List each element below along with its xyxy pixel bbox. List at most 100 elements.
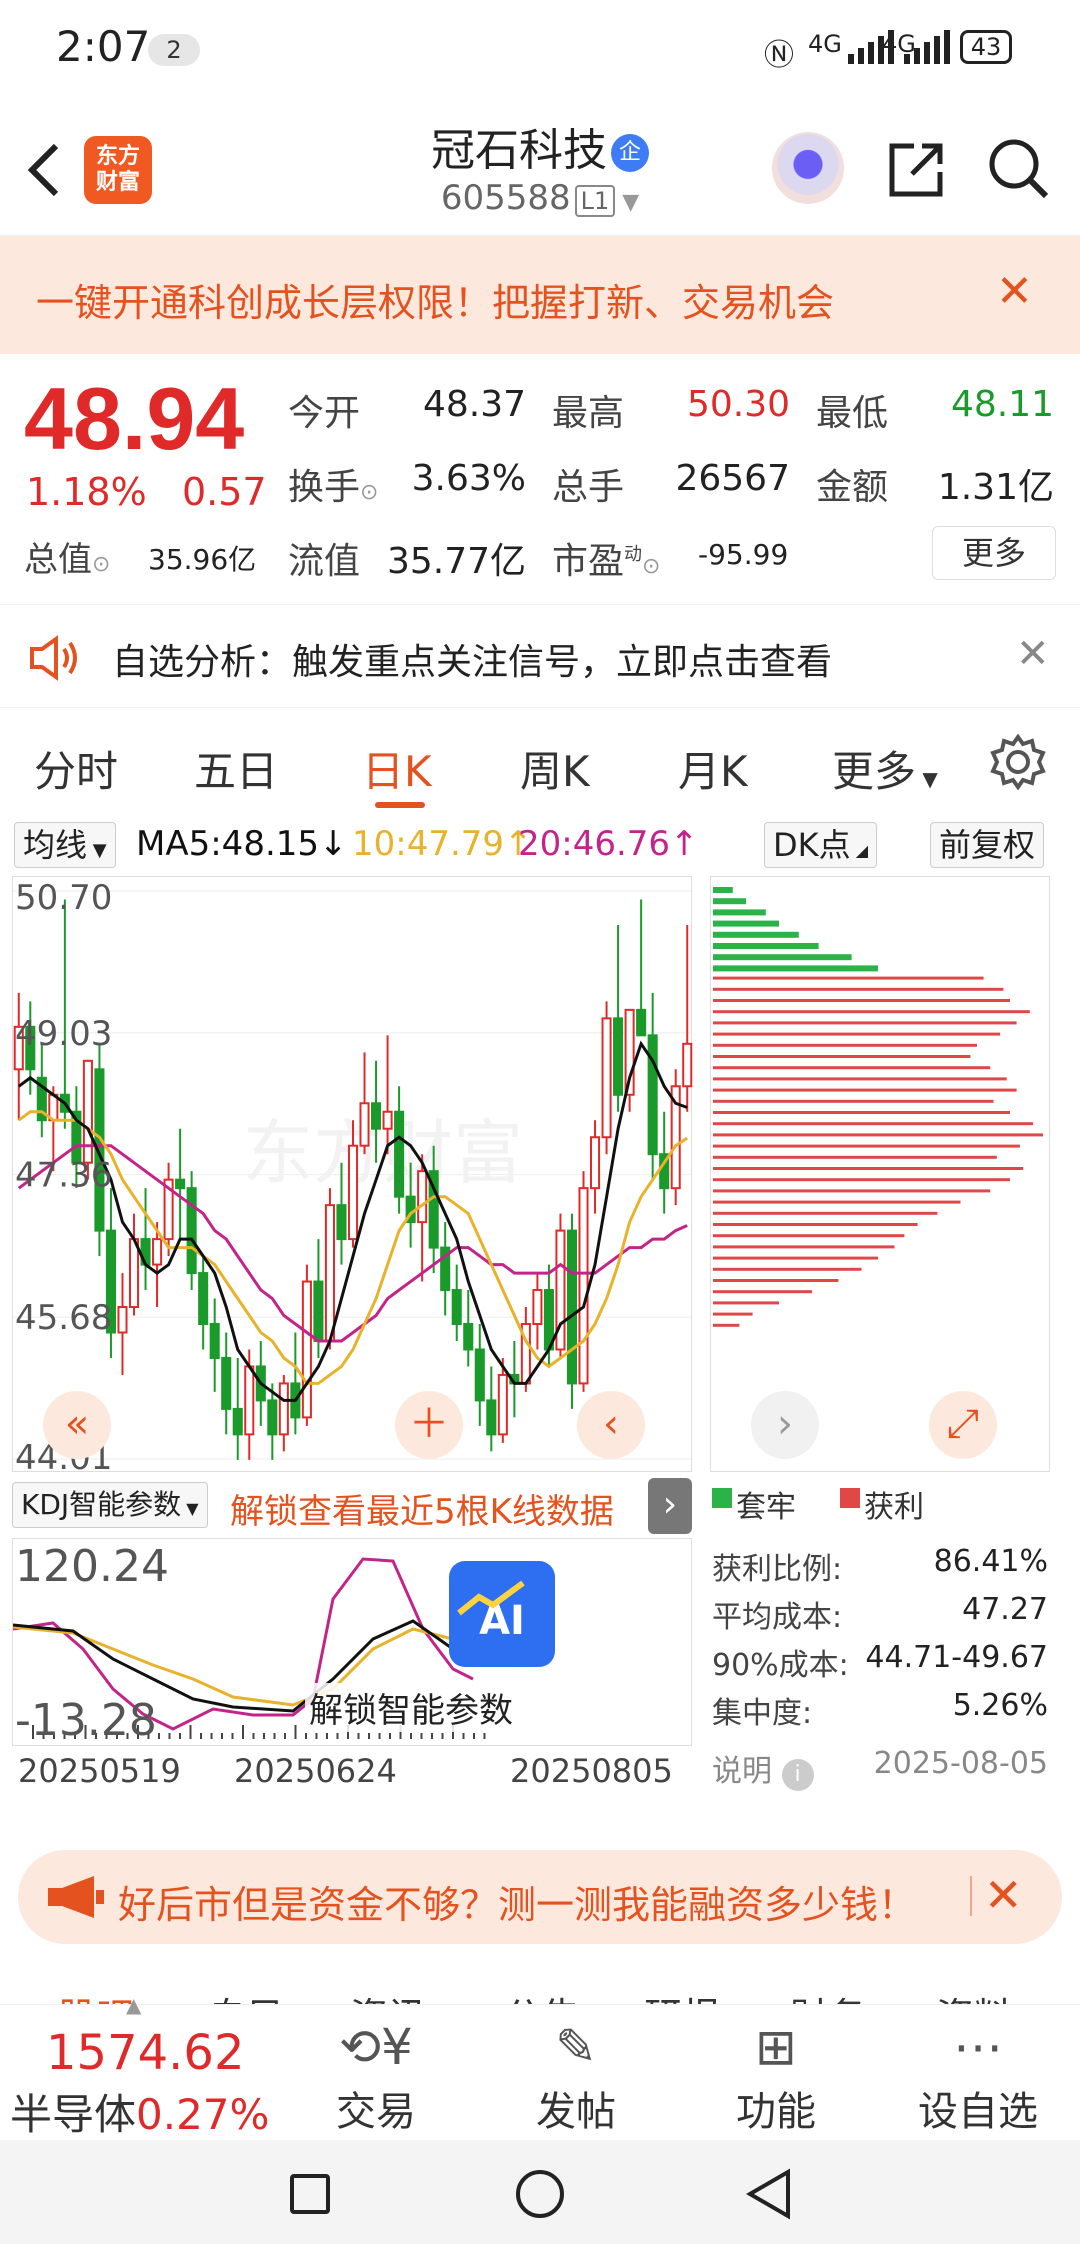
tab-research[interactable]: 研报 — [644, 1986, 720, 2006]
kdj-chart[interactable]: 120.24 -13.28 AI 解锁智能参数 — [12, 1538, 692, 1746]
tab-profile[interactable]: 资料 — [936, 1986, 1012, 2006]
back-icon[interactable] — [744, 2168, 792, 2220]
chip-bar-profit — [713, 1088, 1017, 1092]
tab-guba[interactable]: 股吧 — [58, 1986, 134, 2006]
float-label: 流值 — [288, 541, 361, 582]
scroll-left-icon[interactable]: « — [43, 1391, 111, 1459]
avg-cost-value: 47.27 — [962, 1592, 1048, 1627]
financing-text: 好后市但是资金不够？测一测我能融资多少钱！ — [118, 1883, 917, 1927]
chip-bar-trapped — [713, 898, 746, 905]
zoom-in-icon[interactable]: ＋ — [395, 1391, 463, 1459]
chip-distribution[interactable]: › ⤢ — [710, 876, 1050, 1472]
expand-icon[interactable]: ⤢ — [929, 1391, 997, 1459]
sector-index-value[interactable]: 1574.62 — [46, 2025, 245, 2081]
chip-bar-profit — [713, 1290, 812, 1294]
recent-apps-icon[interactable] — [290, 2174, 330, 2214]
cost90-value: 44.71-49.67 — [865, 1640, 1048, 1675]
ma20-label: 20:46.76↑ — [518, 824, 699, 864]
chevron-right-icon[interactable]: › — [648, 1478, 692, 1534]
candle-up — [417, 1170, 428, 1224]
chevron-left-icon[interactable]: ‹ — [577, 1391, 645, 1459]
financing-banner[interactable]: 好后市但是资金不够？测一测我能融资多少钱！ ✕ — [18, 1850, 1062, 1944]
ma-row: 均线 ▼ MA5:48.15↓ 10:47.79↑ 20:46.76↑ DK点 … — [0, 818, 1080, 874]
chip-bar-profit — [713, 1099, 994, 1103]
ma5-label: MA5:48.15↓ — [136, 824, 348, 864]
high-value: 50.30 — [686, 384, 790, 425]
chip-bar-profit — [713, 1312, 753, 1316]
avg-cost-label: 平均成本: — [712, 1600, 843, 1635]
chevron-right-icon[interactable]: › — [751, 1391, 819, 1459]
candle-up — [497, 1373, 508, 1436]
indicator-selector[interactable]: 均线 ▼ — [14, 822, 116, 868]
ai-assistant-icon[interactable] — [772, 132, 844, 204]
explain-label[interactable]: 说明 i — [712, 1746, 814, 1791]
adjust-button[interactable]: 前复权 — [930, 822, 1045, 868]
status-bar: 2:07 2 Ⓝ 4G 4G 43 — [0, 0, 1080, 100]
close-icon[interactable]: ✕ — [1016, 631, 1050, 677]
chip-bar-profit — [713, 1267, 862, 1271]
date-tick-mid: 20250624 — [234, 1752, 397, 1790]
low-value: 48.11 — [950, 384, 1054, 425]
system-navigation — [0, 2140, 1080, 2244]
share-icon[interactable] — [884, 138, 948, 202]
candle-up — [590, 1136, 601, 1190]
unlock-ai-params[interactable]: 解锁智能参数 — [305, 1683, 517, 1732]
promo-banner[interactable]: 一键开通科创成长层权限！把握打新、交易机会 ✕ — [0, 236, 1080, 354]
tab-more[interactable]: 更多 ▼ — [832, 738, 938, 799]
home-icon[interactable] — [516, 2170, 564, 2218]
change-amount: 0.57 — [182, 470, 267, 514]
open-label: 今开 — [288, 393, 361, 434]
post-button[interactable]: ✎ 发帖 — [506, 2015, 646, 2137]
tab-weekly-k[interactable]: 周K — [520, 738, 590, 799]
legend-red-swatch — [840, 1488, 860, 1508]
tab-intraday[interactable]: 分时 — [34, 738, 118, 799]
candle-up — [682, 1042, 693, 1088]
tab-announcements[interactable]: 公告 — [504, 1986, 580, 2006]
date-tick-end: 20250805 — [510, 1752, 673, 1790]
kline-svg: 东方财富 50.7049.0347.3645.6844.01 — [13, 878, 693, 1478]
tab-monthly-k[interactable]: 月K — [678, 738, 748, 799]
info-icon: i — [781, 1759, 814, 1791]
chip-bar-profit — [713, 1200, 961, 1204]
sector-index-name[interactable]: 半导体0.27% — [10, 2081, 269, 2142]
kdj-row: KDJ智能参数 ▼ 解锁查看最近5根K线数据 › — [12, 1478, 692, 1534]
chip-distribution-svg — [713, 887, 1043, 1327]
turnover-label: 换手⊙ — [288, 467, 379, 508]
trade-button[interactable]: ⟲¥ 交易 — [306, 2015, 446, 2137]
pe-label: 市盈动⊙ — [552, 541, 661, 582]
volume-value: 26567 — [675, 458, 790, 499]
tab-daily-k[interactable]: 日K — [362, 738, 432, 799]
chip-bar-profit — [713, 1032, 1001, 1036]
tab-finance[interactable]: 财务 — [790, 1986, 866, 2006]
low-label: 最低 — [816, 393, 889, 434]
function-button[interactable]: ⊞ 功能 — [706, 2015, 846, 2137]
close-icon[interactable]: ✕ — [984, 1868, 1023, 1922]
candle-down — [221, 1356, 232, 1410]
candle-down — [198, 1272, 209, 1326]
high-label: 最高 — [552, 393, 625, 434]
chip-bar-profit — [713, 1189, 991, 1193]
kdj-unlock-text[interactable]: 解锁查看最近5根K线数据 — [230, 1484, 614, 1533]
stock-code: 605588 — [440, 178, 571, 218]
chip-bar-trapped — [713, 965, 878, 972]
dk-point-button[interactable]: DK点 ◢ — [764, 822, 878, 868]
grid-icon: ⊞ — [755, 2018, 797, 2076]
chip-bar-profit — [713, 1167, 1024, 1170]
chip-bar-profit — [713, 1111, 1010, 1114]
watchlist-notice[interactable]: 自选分析：触发重点关注信号，立即点击查看 ✕ — [0, 604, 1080, 708]
chip-bar-trapped — [713, 954, 852, 961]
mktcap-label: 总值⊙ — [24, 540, 111, 580]
add-watchlist-button[interactable]: ⋯ 设自选 — [908, 2015, 1048, 2137]
tab-news[interactable]: 资讯 — [350, 1986, 426, 2006]
candle-down — [394, 1110, 405, 1198]
tab-five-day[interactable]: 五日 — [194, 738, 278, 799]
settings-gear-icon[interactable] — [990, 734, 1046, 790]
search-icon[interactable] — [986, 136, 1052, 202]
chevron-up-icon[interactable]: ▲ — [126, 1993, 141, 2017]
candle-up — [301, 1280, 312, 1419]
close-icon[interactable]: ✕ — [996, 266, 1033, 317]
more-quote-button[interactable]: 更多 — [932, 526, 1056, 580]
kline-chart[interactable]: 东方财富 50.7049.0347.3645.6844.01 « ＋ ‹ — [12, 876, 693, 1478]
tab-self[interactable]: 自目 — [208, 1986, 284, 2006]
kdj-selector[interactable]: KDJ智能参数 ▼ — [12, 1482, 208, 1528]
